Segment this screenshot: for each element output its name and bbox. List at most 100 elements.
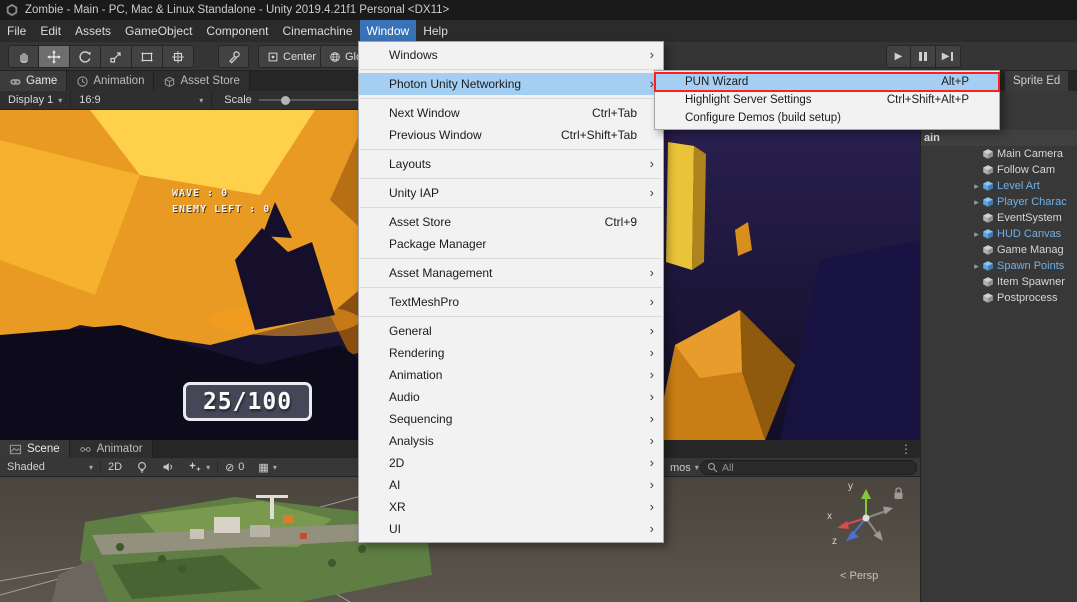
audio-toggle-button[interactable] [155, 458, 181, 476]
tab-animator[interactable]: Animator [69, 440, 153, 458]
menu-item-ui[interactable]: UI › [359, 518, 663, 540]
menu-item-analysis[interactable]: Analysis › [359, 430, 663, 452]
hidden-objects-toggle[interactable]: ⊘ 0 [218, 458, 251, 476]
menu-cinemachine[interactable]: Cinemachine [275, 20, 359, 42]
menu-item-asset-management[interactable]: Asset Management › [359, 262, 663, 284]
panel-menu-kebab-icon[interactable]: ⋮ [900, 441, 912, 457]
rect-tool-button[interactable] [132, 45, 163, 68]
hierarchy-item-postprocess[interactable]: Postprocess [921, 290, 1077, 306]
hierarchy-item-item-spawner[interactable]: Item Spawner [921, 274, 1077, 290]
expand-arrow-icon[interactable]: ▸ [971, 181, 982, 192]
menu-item-next-window[interactable]: Next Window Ctrl+Tab [359, 102, 663, 124]
expand-arrow-icon[interactable]: ▸ [971, 229, 982, 240]
tab-animation[interactable]: Animation [67, 71, 155, 91]
gizmos-dropdown[interactable]: mos ▾ [666, 458, 703, 477]
menu-item-photon-unity-networking[interactable]: Photon Unity Networking › [359, 73, 663, 95]
lightbulb-icon [138, 461, 147, 473]
scale-slider[interactable] [258, 95, 369, 105]
globe-icon [330, 51, 340, 62]
custom-tools-button[interactable] [218, 45, 249, 68]
hierarchy-item-level-art[interactable]: ▸ Level Art [921, 178, 1077, 194]
menu-item-general[interactable]: General › [359, 320, 663, 342]
menu-assets[interactable]: Assets [68, 20, 118, 42]
menu-item-sequencing[interactable]: Sequencing › [359, 408, 663, 430]
lighting-toggle-button[interactable] [129, 458, 155, 476]
tab-scene[interactable]: Scene [0, 440, 70, 458]
hierarchy-item-spawn-points[interactable]: ▸ Spawn Points [921, 258, 1077, 274]
lock-icon[interactable] [893, 487, 904, 500]
tab-asset-store[interactable]: Asset Store [154, 71, 250, 91]
hierarchy-item-follow-cam[interactable]: Follow Cam [921, 162, 1077, 178]
effects-dropdown[interactable]: ▾ [181, 458, 217, 476]
hierarchy-item-game-manager[interactable]: Game Manag [921, 242, 1077, 258]
submenu-arrow-icon: › [649, 185, 654, 200]
unity-editor-window: Zombie - Main - PC, Mac & Linux Standalo… [0, 0, 1077, 602]
menu-item-audio[interactable]: Audio › [359, 386, 663, 408]
scene-search-field[interactable]: All [700, 460, 917, 475]
menu-item-2d[interactable]: 2D › [359, 452, 663, 474]
hierarchy-item-main-camera[interactable]: Main Camera [921, 146, 1077, 162]
hierarchy-item-eventsystem[interactable]: EventSystem [921, 210, 1077, 226]
play-button[interactable]: ▶ [886, 45, 911, 68]
display-dropdown[interactable]: Display 1 ▾ [0, 91, 70, 109]
scene-header[interactable]: ain [921, 130, 1077, 146]
menu-item-xr[interactable]: XR › [359, 496, 663, 518]
grid-settings-dropdown[interactable]: ▦ ▾ [251, 458, 283, 476]
scale-slider-knob[interactable] [280, 95, 290, 105]
menu-separator [360, 178, 662, 179]
scale-tool-button[interactable] [101, 45, 132, 68]
menu-edit[interactable]: Edit [33, 20, 68, 42]
rotate-tool-button[interactable] [70, 45, 101, 68]
step-button[interactable]: ▶ [936, 45, 961, 68]
hierarchy-item-hud-canvas[interactable]: ▸ HUD Canvas [921, 226, 1077, 242]
window-menu-dropdown: Windows › Photon Unity Networking › Next… [358, 41, 664, 543]
expand-arrow-icon[interactable]: ▸ [971, 261, 982, 272]
perspective-toggle[interactable]: < Persp [840, 570, 878, 582]
tab-sprite-editor[interactable]: Sprite Ed [1005, 71, 1069, 91]
enemy-counter: ENEMY LEFT : 0 [172, 204, 271, 215]
menu-help[interactable]: Help [416, 20, 455, 42]
asset-store-icon [165, 76, 175, 87]
move-tool-button[interactable] [39, 45, 70, 68]
transform-tool-button[interactable] [163, 45, 194, 68]
axis-z-label: z [832, 536, 837, 547]
submenu-item-highlight-server-settings[interactable]: Highlight Server Settings Ctrl+Shift+Alt… [655, 91, 999, 109]
menu-window[interactable]: Window [359, 20, 417, 42]
expand-arrow-icon[interactable]: ▸ [971, 197, 982, 208]
pivot-toggle-button[interactable]: Center [258, 45, 326, 68]
menu-item-previous-window[interactable]: Previous Window Ctrl+Shift+Tab [359, 124, 663, 146]
menu-file[interactable]: File [0, 20, 33, 42]
draw-mode-dropdown[interactable]: Shaded ▾ [0, 458, 100, 476]
menu-item-rendering[interactable]: Rendering › [359, 342, 663, 364]
clock-icon [77, 75, 89, 87]
pause-button[interactable] [911, 45, 936, 68]
menu-item-unity-iap[interactable]: Unity IAP › [359, 182, 663, 204]
tab-scene-label: Scene [27, 443, 60, 455]
menu-item-asset-store[interactable]: Asset Store Ctrl+9 [359, 211, 663, 233]
submenu-item-pun-wizard[interactable]: PUN Wizard Alt+P [654, 72, 1000, 92]
display-dropdown-label: Display 1 [8, 94, 54, 106]
menu-item-package-manager[interactable]: Package Manager [359, 233, 663, 255]
draw-mode-label: Shaded [7, 461, 45, 473]
tab-game[interactable]: Game [0, 71, 68, 91]
hand-tool-button[interactable] [8, 45, 39, 68]
menu-item-ai[interactable]: AI › [359, 474, 663, 496]
cube-icon [983, 213, 993, 223]
menu-item-windows[interactable]: Windows › [359, 44, 663, 66]
submenu-item-configure-demos[interactable]: Configure Demos (build setup) [655, 109, 999, 127]
menu-component[interactable]: Component [199, 20, 275, 42]
speaker-icon [163, 463, 173, 471]
wrench-icon [228, 50, 240, 63]
menu-item-textmeshpro[interactable]: TextMeshPro › [359, 291, 663, 313]
aspect-ratio-dropdown[interactable]: 16:9 ▾ [71, 91, 211, 109]
cube-icon [983, 277, 993, 287]
hierarchy-item-player-character[interactable]: ▸ Player Charac [921, 194, 1077, 210]
title-bar: Zombie - Main - PC, Mac & Linux Standalo… [0, 0, 1077, 20]
submenu-arrow-icon: › [649, 411, 654, 426]
menu-gameobject[interactable]: GameObject [118, 20, 199, 42]
cube-icon [983, 293, 993, 303]
2d-toggle-button[interactable]: 2D [101, 458, 129, 476]
menu-item-layouts[interactable]: Layouts › [359, 153, 663, 175]
menu-item-animation[interactable]: Animation › [359, 364, 663, 386]
menu-separator [360, 98, 662, 99]
